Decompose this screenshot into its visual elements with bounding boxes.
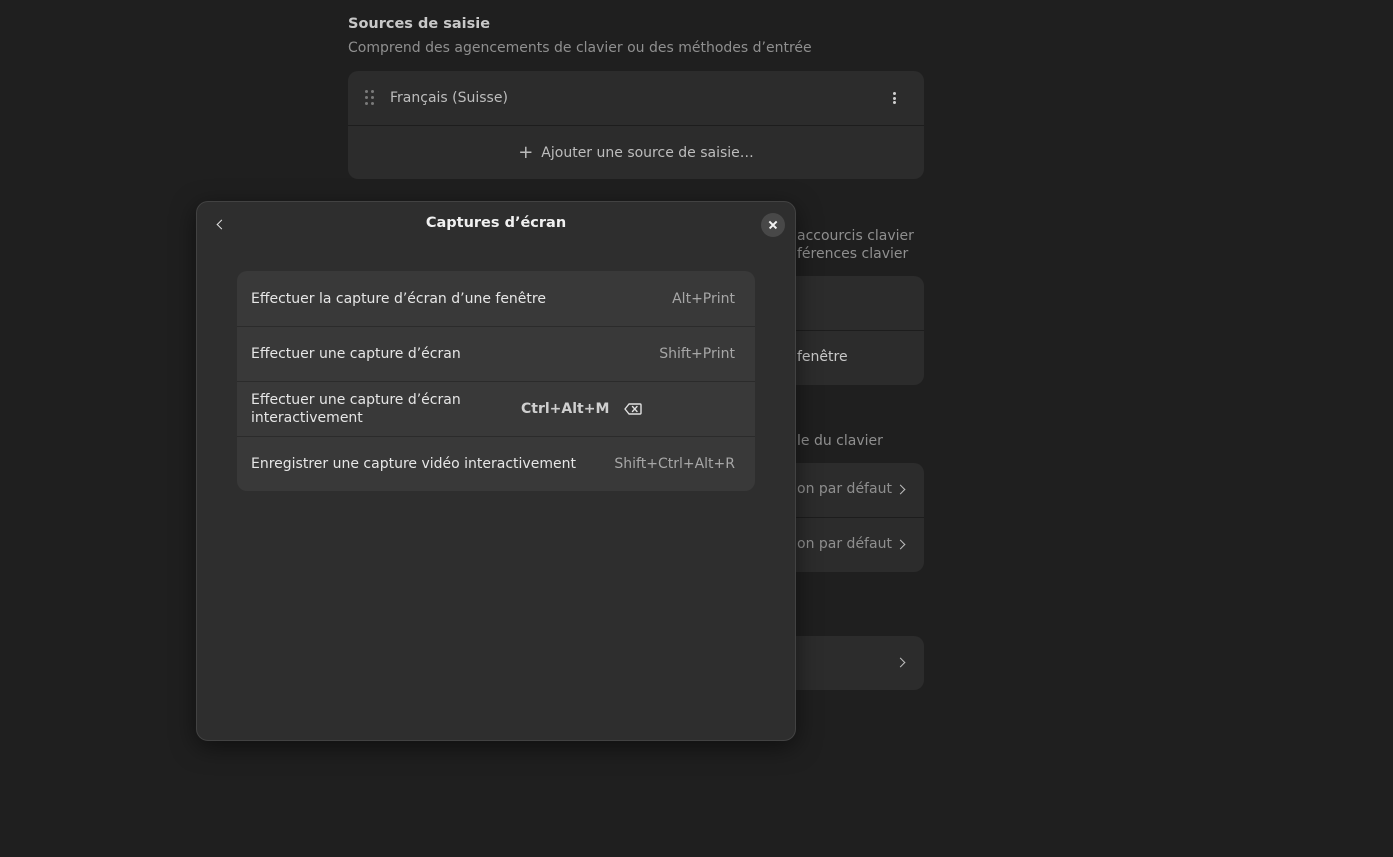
keyboard-section-title: le du clavier bbox=[797, 433, 883, 449]
shortcut-row[interactable]: Effectuer une capture d’écran Shift+Prin… bbox=[237, 326, 755, 381]
close-button[interactable] bbox=[761, 213, 785, 237]
add-input-source-button[interactable]: + Ajouter une source de saisie… bbox=[348, 125, 924, 179]
shortcut-row[interactable]: Enregistrer une capture vidéo interactiv… bbox=[237, 436, 755, 491]
shortcut-label: Effectuer une capture d’écran bbox=[251, 346, 461, 362]
shortcut-label: Enregistrer une capture vidéo interactiv… bbox=[251, 456, 576, 472]
shortcuts-subtitle-line1: accourcis clavier bbox=[797, 228, 914, 244]
input-sources-subtitle: Comprend des agencements de clavier ou d… bbox=[348, 40, 812, 56]
input-source-label: Français (Suisse) bbox=[390, 90, 508, 106]
screenshots-shortcuts-dialog: Captures d’écran Effectuer la capture d’… bbox=[196, 201, 796, 741]
dialog-title: Captures d’écran bbox=[425, 215, 567, 231]
input-sources-title: Sources de saisie bbox=[348, 16, 491, 32]
shortcut-list: Effectuer la capture d’écran d’une fenêt… bbox=[237, 271, 755, 491]
shortcut-accel: Alt+Print bbox=[672, 290, 735, 307]
add-input-source-label: Ajouter une source de saisie… bbox=[541, 144, 754, 161]
default-option-value-1: on par défaut bbox=[797, 481, 892, 497]
shortcuts-subtitle-line2: férences clavier bbox=[797, 246, 909, 262]
list-add-icon: + bbox=[518, 141, 534, 163]
edit-clear-icon[interactable] bbox=[623, 399, 643, 419]
shortcut-row[interactable]: Effectuer la capture d’écran d’une fenêt… bbox=[237, 271, 755, 326]
default-option-value-2: on par défaut bbox=[797, 536, 892, 552]
drag-handle-icon[interactable] bbox=[364, 89, 378, 107]
shortcut-label: Effectuer la capture d’écran d’une fenêt… bbox=[251, 290, 546, 307]
shortcut-accel: Shift+Ctrl+Alt+R bbox=[614, 456, 735, 472]
shortcut-accel: Ctrl+Alt+M bbox=[521, 401, 610, 417]
view-more-icon[interactable] bbox=[893, 92, 896, 104]
window-row-label: fenêtre bbox=[797, 349, 848, 365]
input-sources-list: Français (Suisse) + Ajouter une source d… bbox=[348, 71, 924, 179]
shortcut-accel: Shift+Print bbox=[659, 346, 735, 362]
input-source-row[interactable]: Français (Suisse) bbox=[348, 71, 924, 125]
shortcut-row[interactable]: Effectuer une capture d’écran interactiv… bbox=[237, 381, 755, 436]
shortcut-label: Effectuer une capture d’écran interactiv… bbox=[251, 392, 461, 426]
